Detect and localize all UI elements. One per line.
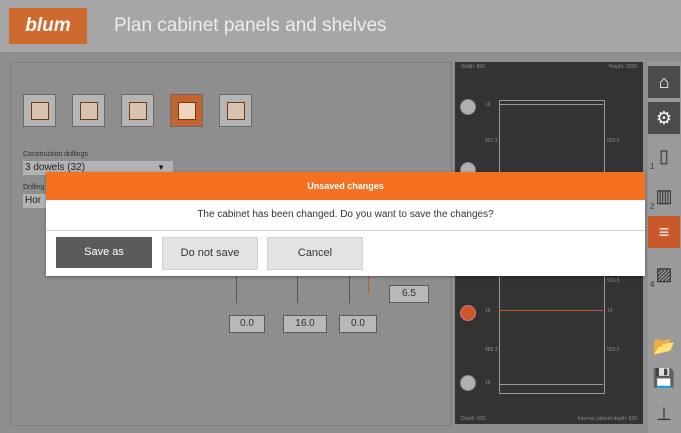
- modal-overlay: Unsaved changes The cabinet has been cha…: [0, 0, 681, 433]
- unsaved-changes-dialog: Unsaved changes The cabinet has been cha…: [46, 172, 645, 276]
- save-as-button[interactable]: Save as: [56, 237, 152, 268]
- dialog-title: Unsaved changes: [46, 172, 645, 200]
- cancel-button[interactable]: Cancel: [267, 237, 363, 270]
- do-not-save-button[interactable]: Do not save: [162, 237, 258, 270]
- dialog-message: The cabinet has been changed. Do you wan…: [46, 200, 645, 231]
